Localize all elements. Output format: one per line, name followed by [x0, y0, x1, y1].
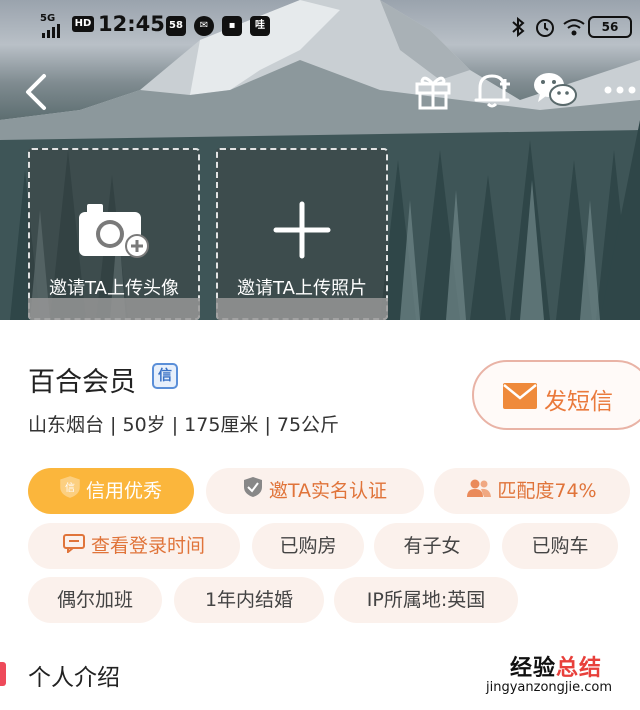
section-accent-bar — [0, 662, 6, 686]
tag-ip-label: IP所属地:英国 — [366, 589, 486, 611]
tag-credit-label: 信用优秀 — [85, 480, 162, 502]
watermark-cn-part1: 经验 — [510, 656, 557, 681]
tag-credit-excellent[interactable]: 信 信用优秀 — [28, 468, 194, 514]
tag-house-label: 已购房 — [279, 535, 337, 557]
app-notification-icon: ▪ — [222, 16, 242, 36]
more-options-icon[interactable] — [600, 78, 640, 98]
network-type: 5G — [40, 13, 56, 24]
credit-shield-icon: 信 — [60, 469, 80, 515]
watermark-cn-part2: 总结 — [556, 656, 603, 681]
tag-ip-location: IP所属地:英国 — [334, 577, 518, 623]
invite-upload-avatar-label: 邀请TA上传头像 — [49, 278, 179, 299]
battery-indicator: 56 — [588, 16, 632, 38]
profile-basic-info: 山东烟台 | 50岁 | 175厘米 | 75公斤 — [28, 414, 340, 436]
credit-shield-glyph: 信 — [65, 482, 75, 494]
chat-bubble-icon — [62, 524, 85, 570]
alarm-icon — [536, 19, 554, 37]
tag-children-label: 有子女 — [403, 535, 461, 557]
camera-add-icon — [79, 204, 149, 258]
send-sms-label: 发短信 — [544, 389, 613, 415]
invite-upload-photo-label: 邀请TA上传照片 — [237, 278, 367, 299]
signal-icon — [42, 24, 60, 38]
tag-view-login-time[interactable]: 查看登录时间 — [28, 523, 240, 569]
tag-login-time-label: 查看登录时间 — [90, 535, 205, 557]
tag-match-label: 匹配度74% — [497, 480, 597, 502]
tag-realname-verify[interactable]: 邀TA实名认证 — [206, 468, 424, 514]
plus-icon — [273, 201, 331, 259]
invite-upload-avatar-card[interactable]: 邀请TA上传头像 — [28, 148, 200, 320]
tag-overtime-label: 偶尔加班 — [56, 589, 133, 611]
watermark-url: jingyanzongjie.com — [486, 680, 613, 695]
watermark-cn: 经验总结 — [510, 650, 602, 682]
tag-house: 已购房 — [252, 523, 364, 569]
tag-car: 已购车 — [502, 523, 618, 569]
bluetooth-icon — [512, 16, 525, 38]
app-label-icon: 哇 — [250, 16, 270, 36]
profile-info-panel: 百合会员 信 山东烟台 | 50岁 | 175厘米 | 75公斤 发短信 信 信… — [0, 320, 640, 710]
section-title-intro: 个人介绍 — [28, 665, 120, 691]
tag-realname-label: 邀TA实名认证 — [268, 480, 388, 502]
send-sms-button[interactable]: 发短信 — [472, 360, 640, 430]
card-shadow — [216, 298, 388, 320]
status-bar: 5G HD 12:45 58 ✉ ▪ 哇 56 — [0, 10, 640, 42]
invite-upload-photo-card[interactable]: 邀请TA上传照片 — [216, 148, 388, 320]
tag-children: 有子女 — [374, 523, 490, 569]
notification-count-badge: 58 — [166, 16, 186, 36]
shield-check-icon — [243, 469, 263, 515]
envelope-icon — [503, 383, 537, 409]
users-icon — [467, 469, 492, 515]
tag-marry-plan: 1年内结婚 — [174, 577, 324, 623]
tag-match-score[interactable]: 匹配度74% — [434, 468, 630, 514]
tag-overtime: 偶尔加班 — [28, 577, 162, 623]
bell-notification-icon[interactable] — [472, 70, 512, 110]
gift-icon[interactable] — [414, 72, 452, 110]
wifi-icon — [563, 19, 585, 36]
profile-cover: 5G HD 12:45 58 ✉ ▪ 哇 56 邀请TA上传头像 邀请TA上传照… — [0, 0, 640, 320]
profile-name: 百合会员 — [28, 367, 136, 398]
back-arrow-icon[interactable] — [22, 72, 52, 112]
chat-notification-icon: ✉ — [194, 16, 214, 36]
status-time: 12:45 — [98, 12, 165, 36]
card-shadow — [28, 298, 200, 320]
credit-verified-badge: 信 — [152, 363, 178, 389]
tag-marry-label: 1年内结婚 — [204, 589, 294, 611]
site-watermark: 经验总结 jingyanzongjie.com — [472, 650, 640, 710]
tag-car-label: 已购车 — [531, 535, 589, 557]
wechat-icon[interactable] — [532, 70, 578, 110]
hd-badge: HD — [72, 16, 94, 32]
